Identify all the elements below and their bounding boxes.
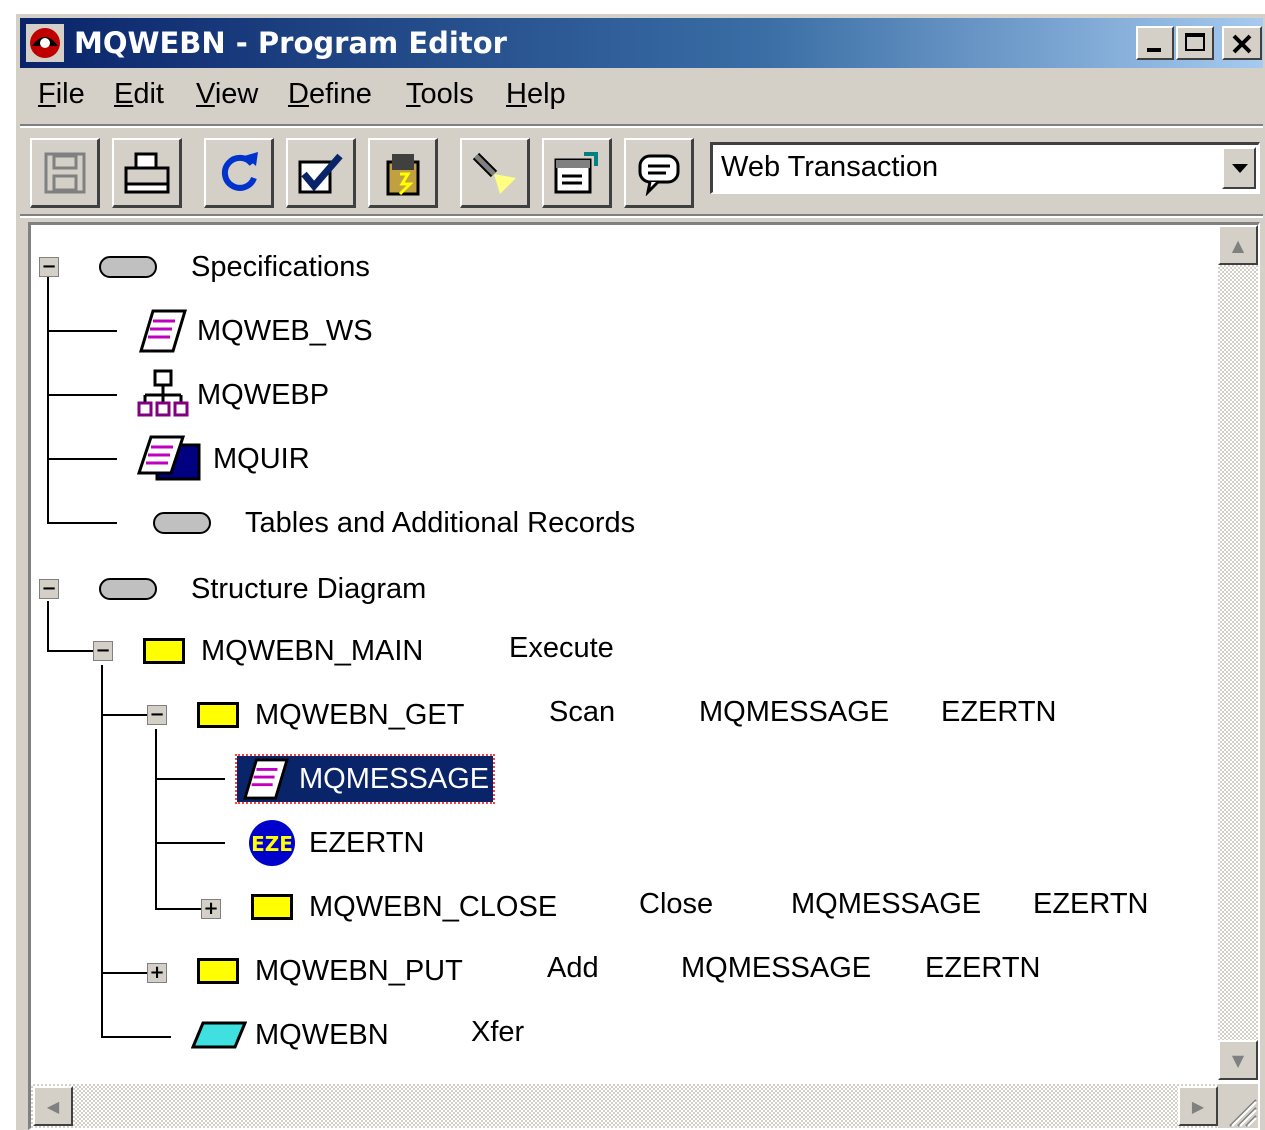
app-icon [26, 24, 64, 62]
resize-grip[interactable] [1218, 1084, 1258, 1128]
expand-close-button[interactable]: + [201, 899, 221, 919]
tree-node-ezertn[interactable]: EZE EZERTN [247, 819, 424, 867]
folder-capsule-icon [153, 512, 211, 534]
folder-capsule-icon [99, 578, 157, 600]
comment-button[interactable] [624, 138, 694, 208]
menu-define[interactable]: Define [288, 78, 372, 111]
resize-grip-icon [1229, 1099, 1257, 1127]
close-button[interactable] [1222, 26, 1262, 60]
maximize-icon [1185, 33, 1205, 51]
tree-node-mqwebp[interactable]: MQWEBP [137, 369, 329, 419]
save-icon [44, 152, 85, 193]
clipboard-button[interactable] [368, 138, 438, 208]
vertical-scrollbar[interactable]: ▲ ▼ [1218, 225, 1258, 1080]
process-icon [197, 702, 239, 728]
tree-node-mquir[interactable]: MQUIR [137, 435, 310, 483]
put-option: Add [547, 952, 599, 984]
chevron-down-icon [1232, 164, 1248, 173]
process-icon [197, 958, 239, 984]
collapse-structure-button[interactable]: − [39, 579, 59, 599]
process-icon [143, 638, 185, 664]
get-option: Scan [549, 696, 616, 728]
collapse-get-button[interactable]: − [147, 705, 167, 725]
properties-icon [554, 151, 598, 193]
close-option: Close [639, 888, 714, 920]
put-error-routine: EZERTN [925, 952, 1041, 984]
menu-tools[interactable]: Tools [406, 78, 474, 111]
get-error-routine: EZERTN [941, 696, 1057, 728]
program-editor-window: MQWEBN - Program Editor File Edit View D… [14, 12, 1265, 1130]
window-title: MQWEBN - Program Editor [74, 26, 507, 60]
arrow-left-icon: ◀ [46, 1096, 60, 1116]
tree-node-mqwebn-main[interactable]: MQWEBN_MAIN [143, 627, 423, 675]
menu-help[interactable]: Help [506, 78, 566, 111]
toolbar: Web Transaction [20, 132, 1263, 218]
hierarchy-icon [137, 369, 189, 417]
close-icon [1232, 34, 1252, 54]
tree-node-mqwebn-close[interactable]: MQWEBN_CLOSE [251, 883, 557, 931]
collapse-specifications-button[interactable]: − [39, 257, 59, 277]
flashlight-icon [472, 152, 516, 194]
validate-button[interactable] [286, 138, 356, 208]
print-button[interactable] [112, 138, 182, 208]
record-icon [138, 309, 188, 353]
tree-node-tables[interactable]: Tables and Additional Records [153, 499, 635, 547]
horizontal-scrollbar[interactable]: ◀ ▶ [31, 1084, 1218, 1128]
eze-function-icon: EZE [249, 820, 295, 866]
comment-icon [638, 154, 679, 196]
minimize-icon [1147, 48, 1161, 52]
tree-node-structure-diagram[interactable]: Structure Diagram [99, 565, 426, 613]
tree-node-mqwebn-get[interactable]: MQWEBN_GET [197, 691, 464, 739]
svg-text:EZE: EZE [251, 832, 293, 856]
menu-separator [20, 124, 1263, 128]
title-bar[interactable]: MQWEBN - Program Editor [20, 18, 1263, 68]
main-option: Execute [509, 632, 614, 664]
process-icon [251, 894, 293, 920]
maximize-button[interactable] [1176, 26, 1214, 60]
scroll-down-button[interactable]: ▼ [1218, 1040, 1258, 1080]
print-icon [124, 152, 169, 193]
tree-node-specifications[interactable]: Specifications [99, 243, 370, 291]
tree-node-mqmessage-selected[interactable]: MQMESSAGE [234, 754, 496, 804]
xfer-option: Xfer [471, 1016, 525, 1048]
scroll-left-button[interactable]: ◀ [33, 1086, 73, 1126]
tree-node-mqweb-ws[interactable]: MQWEB_WS [137, 307, 373, 355]
program-type-select[interactable]: Web Transaction [710, 142, 1260, 194]
minimize-button[interactable] [1136, 26, 1174, 60]
transfer-icon [191, 1021, 247, 1049]
program-type-value: Web Transaction [721, 151, 939, 183]
toolbar-separator [20, 214, 1263, 218]
menu-view[interactable]: View [196, 78, 258, 111]
save-button[interactable] [30, 138, 100, 208]
clipboard-icon [386, 153, 419, 195]
arrow-right-icon: ▶ [1191, 1096, 1205, 1116]
flashlight-button[interactable] [460, 138, 530, 208]
arrow-down-icon: ▼ [1231, 1050, 1245, 1070]
close-error-routine: EZERTN [1033, 888, 1149, 920]
collapse-main-button[interactable]: − [93, 641, 113, 661]
expand-put-button[interactable]: + [147, 963, 167, 983]
menu-file[interactable]: File [38, 78, 85, 111]
program-tree-view[interactable]: − − − − + + Specifications MQWEB_WS MQWE… [28, 222, 1260, 1130]
tree-node-mqwebn-put[interactable]: MQWEBN_PUT [197, 947, 463, 995]
refresh-button[interactable] [204, 138, 274, 208]
menu-bar: File Edit View Define Tools Help [20, 76, 1263, 120]
arrow-up-icon: ▲ [1231, 235, 1245, 255]
put-object: MQMESSAGE [681, 952, 872, 984]
folder-capsule-icon [99, 256, 157, 278]
scroll-right-button[interactable]: ▶ [1178, 1086, 1218, 1126]
combo-dropdown-button[interactable] [1222, 147, 1256, 189]
refresh-icon [221, 151, 258, 191]
close-object: MQMESSAGE [791, 888, 982, 920]
properties-button[interactable] [542, 138, 612, 208]
scroll-up-button[interactable]: ▲ [1218, 225, 1258, 265]
validate-icon [298, 153, 343, 193]
map-icon [137, 435, 201, 481]
menu-edit[interactable]: Edit [114, 78, 164, 111]
record-icon [243, 758, 289, 800]
tree-node-mqwebn-xfer[interactable]: MQWEBN [191, 1011, 389, 1059]
get-object: MQMESSAGE [699, 696, 890, 728]
